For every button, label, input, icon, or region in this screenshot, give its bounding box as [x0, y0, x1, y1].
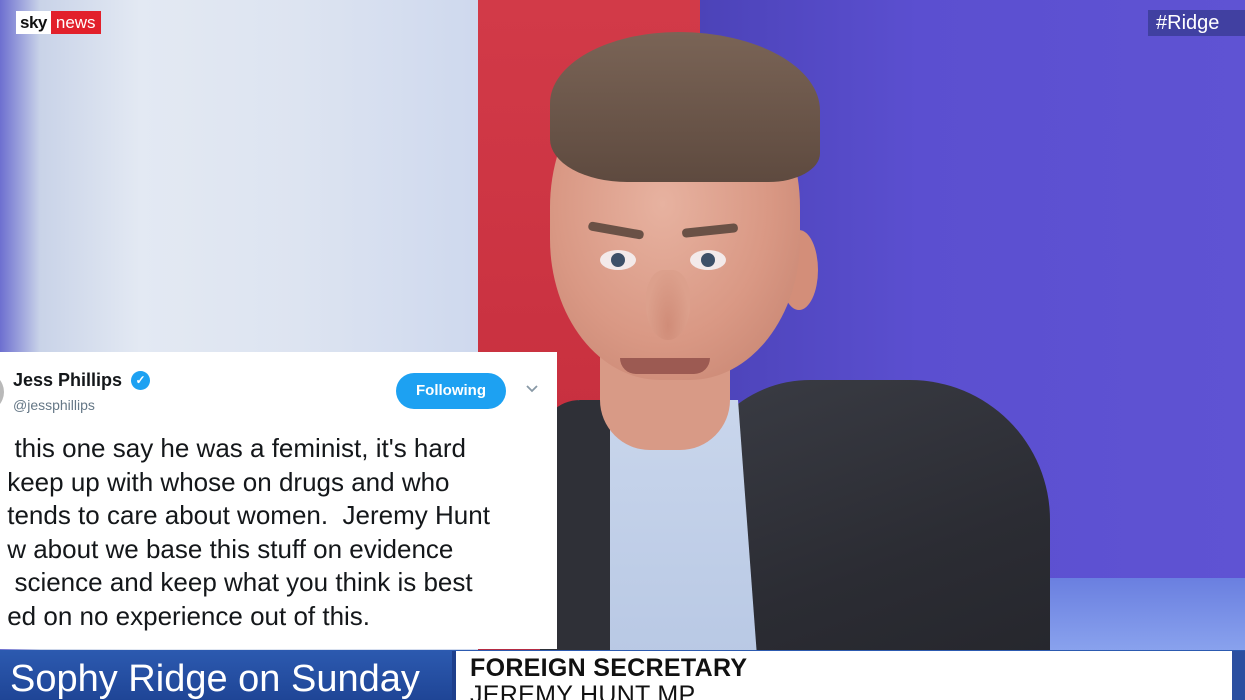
tweet-text: this one say he was a feminist, it's har…: [0, 432, 557, 634]
sky-news-logo: sky news: [16, 11, 101, 34]
mouth: [620, 358, 710, 374]
tweet-line: keep up with whose on drugs and who: [0, 466, 450, 497]
tweet-line: ed on no experience out of this.: [0, 600, 371, 631]
following-button[interactable]: Following: [396, 373, 506, 409]
eyebrow-left: [587, 221, 645, 240]
show-title: Sophy Ridge on Sunday: [10, 658, 420, 700]
name-caption: FOREIGN SECRETARY JEREMY HUNT MP: [452, 651, 1232, 700]
caption-edge: [1232, 651, 1245, 700]
show-hashtag: #Ridge: [1148, 10, 1245, 36]
eyebrow-right: [681, 223, 739, 238]
interviewee: [540, 20, 1050, 680]
tweet-line: tends to care about women. Jeremy Hunt: [0, 500, 490, 531]
tweet-author-handle[interactable]: @jessphillips: [13, 397, 95, 413]
logo-sky-text: sky: [16, 11, 51, 34]
chevron-down-icon[interactable]: [525, 382, 543, 400]
logo-news-text: news: [50, 11, 101, 34]
verified-badge-icon: ✓: [131, 371, 150, 390]
caption-title: FOREIGN SECRETARY: [470, 654, 748, 682]
tweet-line: science and keep what you think is best: [0, 567, 473, 598]
tweet-card: Jess Phillips ✓ @jessphillips Following …: [0, 352, 557, 649]
eye-right: [690, 250, 726, 270]
nose: [646, 270, 690, 340]
caption-name: JEREMY HUNT MP: [470, 681, 696, 700]
tweet-line: this one say he was a feminist, it's har…: [0, 433, 466, 463]
hair: [550, 32, 820, 182]
tweet-author-name[interactable]: Jess Phillips: [13, 370, 122, 391]
avatar[interactable]: [0, 372, 4, 412]
eye-left: [600, 250, 636, 270]
tweet-line: w about we base this stuff on evidence: [0, 533, 454, 564]
